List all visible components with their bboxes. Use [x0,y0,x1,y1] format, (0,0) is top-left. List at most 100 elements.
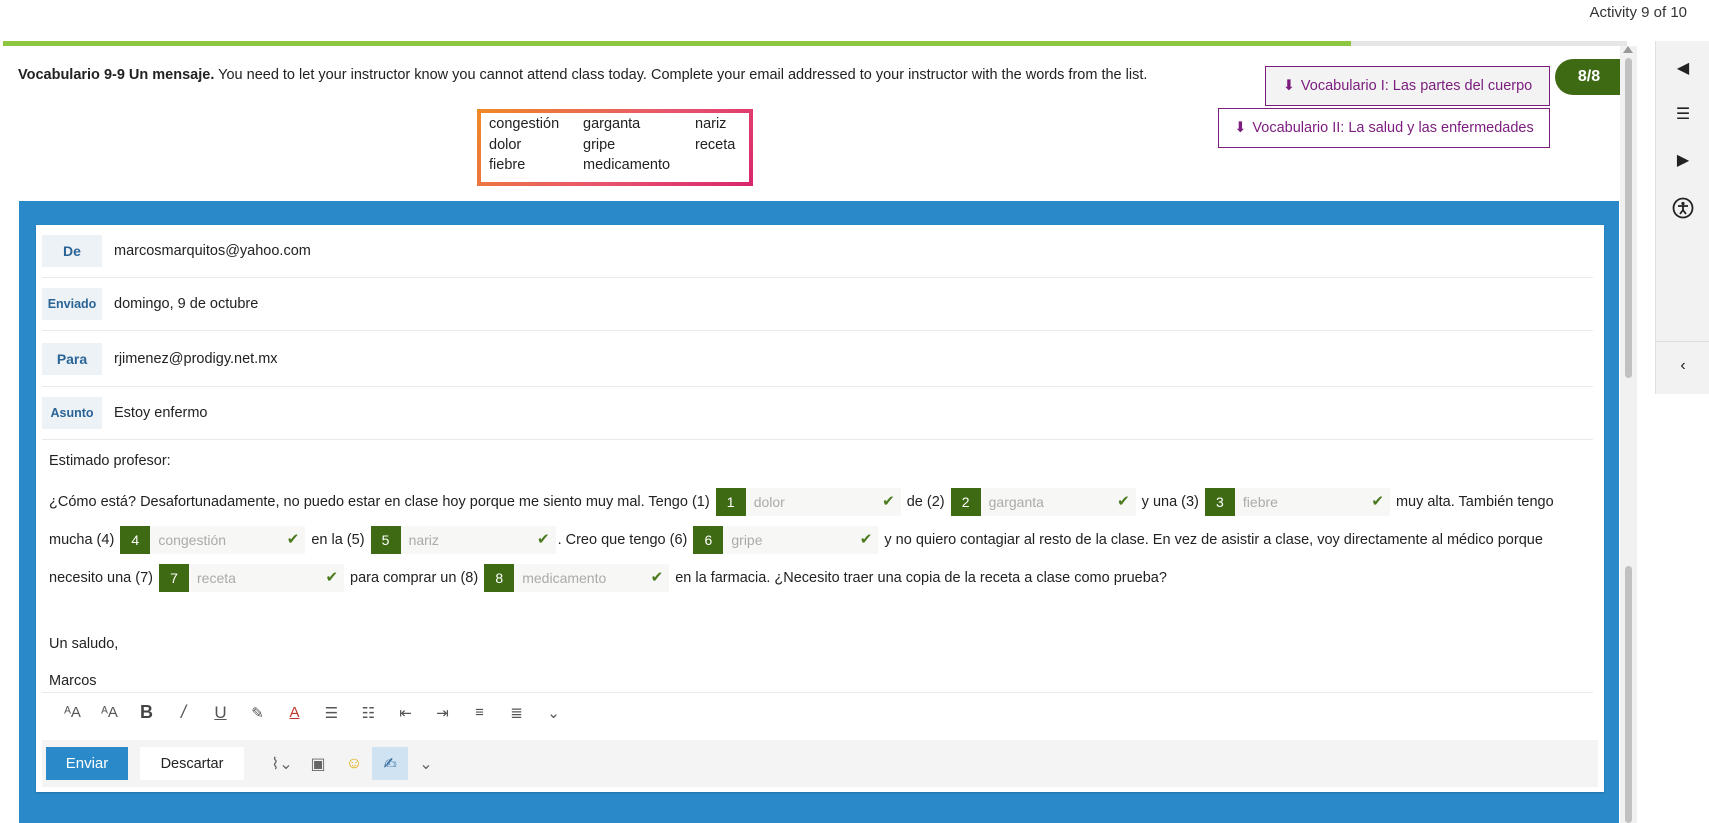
progress-bar [3,41,1627,46]
font-size-increase-icon[interactable]: ᴬA [91,698,128,728]
to-label: Para [42,342,102,375]
menu-icon[interactable]: ☰ [1656,95,1709,133]
answer-input[interactable]: medicamento ✔ [514,564,670,593]
vocab-body-parts-download-button[interactable]: ⬇ Vocabulario I: Las partes del cuerpo [1265,66,1550,106]
text-segment: ¿Cómo está? Desafortunadamente, no puedo… [49,494,714,510]
numbered-list-icon[interactable]: ☷ [350,698,387,728]
vocab-health-download-button[interactable]: ⬇ Vocabulario II: La salud y las enferme… [1218,108,1550,148]
sent-value: domingo, 9 de octubre [114,296,259,312]
activity-counter: Activity 9 of 10 [1589,4,1687,21]
answer-input[interactable]: garganta ✔ [980,488,1136,517]
check-icon: ✔ [325,569,339,587]
word-bank-item: garganta [583,116,641,132]
align-left-icon[interactable]: ≡ [461,698,498,728]
check-icon: ✔ [859,531,873,549]
word-bank-item: congestión [489,116,560,132]
bullet-list-icon[interactable]: ☰ [313,698,350,728]
sent-row: Enviado domingo, 9 de octubre [42,278,1593,331]
to-row: Para rjimenez@prodigy.net.mx [42,331,1593,387]
answer-input[interactable]: gripe ✔ [723,526,879,555]
answer-text: dolor [753,494,785,511]
text-segment: para comprar un (8) [346,570,483,586]
answer-input[interactable]: nariz ✔ [400,526,556,555]
check-icon: ✔ [650,569,664,587]
subject-row: Asunto Estoy enfermo [42,387,1593,440]
blank-4[interactable]: 4 congestión ✔ [120,526,306,555]
check-icon: ✔ [882,493,895,511]
blank-5[interactable]: 5 nariz ✔ [370,526,556,555]
collapse-icon[interactable]: ‹ [1656,347,1709,385]
answer-input[interactable]: fiebre ✔ [1234,488,1390,517]
indent-icon[interactable]: ⇥ [424,698,461,728]
subject-value: Estoy enfermo [114,405,208,421]
align-center-icon[interactable]: ≣ [498,698,535,728]
bold-icon[interactable]: B [128,698,165,728]
action-bar: Enviar Descartar ⌇⌄ ▣ ☺ ✍ ⌄ [42,740,1598,787]
subject-label: Asunto [42,397,102,429]
send-button[interactable]: Enviar [46,747,128,780]
email-paragraph: ¿Cómo está? Desafortunadamente, no puedo… [49,483,1589,597]
accessibility-icon[interactable] [1656,189,1709,227]
answer-input[interactable]: dolor ✔ [745,488,901,517]
image-icon[interactable]: ▣ [300,747,336,780]
from-value: marcosmarquitos@yahoo.com [114,243,311,259]
more-actions-icon[interactable]: ⌄ [408,747,444,780]
check-icon: ✔ [536,531,550,549]
answer-input[interactable]: congestión ✔ [150,526,306,555]
font-size-decrease-icon[interactable]: ᴬA [54,698,91,728]
attach-icon[interactable]: ⌇⌄ [264,747,300,780]
next-icon[interactable]: ▶ [1656,141,1709,179]
scroll-thumb[interactable] [1625,58,1632,378]
word-bank-item: receta [695,136,736,153]
blank-number: 3 [1204,488,1235,517]
blank-2[interactable]: 2 garganta ✔ [950,488,1136,517]
blank-number: 8 [484,564,515,593]
emoji-icon[interactable]: ☺ [336,747,372,780]
greeting: Estimado profesor: [49,453,171,469]
blank-number: 2 [950,488,981,517]
sidebar: ◀ ☰ ▶ ‹ [1655,41,1709,394]
word-bank-item: medicamento [583,157,671,173]
check-icon: ✔ [286,531,300,549]
instructions-text: You need to let your instructor know you… [214,67,1148,83]
editor-icon[interactable]: ✍ [372,747,408,780]
closing: Un saludo, [49,636,119,652]
blank-number: 1 [715,488,746,517]
highlight-icon[interactable]: ✎ [239,698,276,728]
word-bank-item: fiebre [489,157,526,173]
sidebar-divider [1656,341,1709,342]
blank-number: 4 [120,526,151,555]
word-bank-item: dolor [489,136,522,153]
word-bank-item: gripe [583,136,616,153]
score-badge: 8/8 [1555,59,1623,95]
check-icon: ✔ [1117,493,1130,511]
sent-label: Enviado [42,288,102,320]
scroll-up-icon[interactable] [1623,46,1633,53]
blank-number: 7 [159,564,190,593]
download-icon: ⬇ [1234,120,1247,136]
answer-text: medicamento [522,570,607,587]
blank-6[interactable]: 6 gripe ✔ [693,526,879,555]
text-segment: de (2) [902,494,949,510]
blank-7[interactable]: 7 receta ✔ [159,564,345,593]
underline-icon[interactable]: U [202,698,239,728]
email-card: De marcosmarquitos@yahoo.com Enviado dom… [36,225,1604,792]
scroll-thumb[interactable] [1625,566,1632,823]
discard-button[interactable]: Descartar [140,747,244,780]
text-segment: en la farmacia. ¿Necesito traer una copi… [671,570,1167,586]
font-color-icon[interactable]: A [276,698,313,728]
more-options-icon[interactable]: ⌄ [535,698,572,728]
word-bank-item: nariz [695,116,727,132]
blank-number: 6 [693,526,724,555]
previous-icon[interactable]: ◀ [1656,49,1709,87]
scrollbar[interactable] [1620,46,1637,823]
blank-1[interactable]: 1 dolor ✔ [715,488,901,517]
blank-number: 5 [370,526,401,555]
italic-icon[interactable]: / [165,698,202,728]
answer-text: nariz [408,532,439,549]
answer-input[interactable]: receta ✔ [189,564,345,593]
blank-3[interactable]: 3 fiebre ✔ [1204,488,1390,517]
download-icon: ⬇ [1282,78,1295,94]
outdent-icon[interactable]: ⇤ [387,698,424,728]
blank-8[interactable]: 8 medicamento ✔ [484,564,670,593]
